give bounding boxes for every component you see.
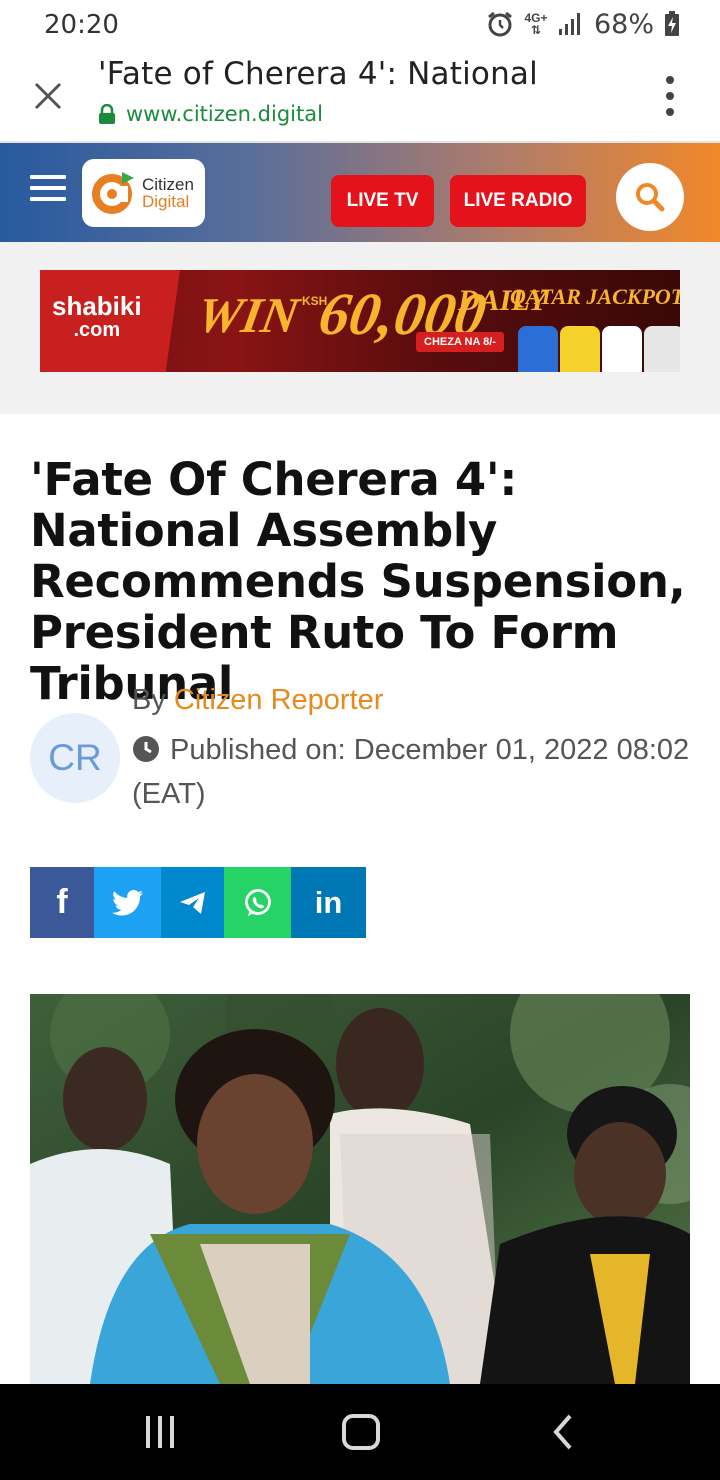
search-icon xyxy=(636,183,665,212)
share-twitter-button[interactable] xyxy=(94,867,161,938)
article-photo xyxy=(30,994,690,1384)
telegram-icon xyxy=(179,891,205,914)
share-whatsapp-button[interactable] xyxy=(224,867,291,938)
signal-icon xyxy=(558,13,580,35)
byline-prefix: By xyxy=(132,684,166,716)
alarm-icon xyxy=(488,11,512,37)
home-icon[interactable] xyxy=(342,1414,380,1450)
system-nav-bar xyxy=(0,1384,720,1480)
citizen-digital-logo[interactable]: Citizen Digital xyxy=(82,159,205,227)
menu-icon[interactable] xyxy=(30,175,66,201)
jersey-image xyxy=(560,326,600,372)
share-buttons: f in xyxy=(30,867,366,938)
logo-text: Citizen Digital xyxy=(142,175,194,211)
ad-cta: CHEZA NA 8/- xyxy=(416,332,504,352)
article-photo-illustration xyxy=(30,994,690,1384)
twitter-icon xyxy=(111,889,143,915)
status-time: 20:20 xyxy=(44,10,119,40)
whatsapp-icon xyxy=(244,888,271,916)
url-text: www.citizen.digital xyxy=(126,102,323,126)
search-button[interactable] xyxy=(616,163,684,231)
logo-mark-icon xyxy=(92,172,134,214)
author-avatar: CR xyxy=(30,713,120,803)
battery-percentage: 68% xyxy=(593,8,654,40)
article-headline: 'Fate Of Cherera 4': National Assembly R… xyxy=(30,453,686,710)
close-icon[interactable] xyxy=(30,78,66,114)
battery-charging-icon xyxy=(665,11,679,36)
live-radio-button[interactable]: LIVE RADIO xyxy=(450,175,586,227)
ad-container: shabiki .com WIN KSH 60,000 DAILY QATAR … xyxy=(0,242,720,414)
facebook-icon: f xyxy=(56,883,68,921)
share-facebook-button[interactable]: f xyxy=(30,867,94,938)
more-options-icon[interactable] xyxy=(660,76,680,116)
lock-icon xyxy=(99,104,115,124)
ad-brand: shabiki .com xyxy=(52,291,142,341)
share-linkedin-button[interactable]: in xyxy=(291,867,366,938)
clock-icon xyxy=(133,736,159,762)
jersey-image xyxy=(518,326,558,372)
browser-toolbar: 'Fate of Cherera 4': National www.citize… xyxy=(0,48,720,143)
recent-apps-icon[interactable] xyxy=(142,1414,178,1450)
network-type: 4G+ ⇅ xyxy=(524,11,548,37)
linkedin-icon: in xyxy=(314,884,343,920)
share-telegram-button[interactable] xyxy=(161,867,224,938)
status-icons: 4G+ ⇅ 68% xyxy=(486,8,680,40)
published-date: Published on: December 01, 2022 08:02 (E… xyxy=(132,734,690,810)
ad-win-text: WIN xyxy=(193,287,303,343)
jersey-image xyxy=(644,326,680,372)
byline: By Citizen Reporter xyxy=(132,684,383,717)
ad-jackpot: QATAR JACKPOT xyxy=(510,284,680,309)
author-link[interactable]: Citizen Reporter xyxy=(174,684,384,716)
status-bar: 20:20 4G+ ⇅ 68% xyxy=(0,0,720,48)
site-header: Citizen Digital LIVE TV LIVE RADIO xyxy=(0,143,720,242)
back-icon[interactable] xyxy=(548,1414,578,1450)
browser-page-title: 'Fate of Cherera 4': National xyxy=(98,56,538,92)
ad-banner[interactable]: shabiki .com WIN KSH 60,000 DAILY QATAR … xyxy=(40,270,680,372)
live-tv-button[interactable]: LIVE TV xyxy=(331,175,434,227)
jersey-image xyxy=(602,326,642,372)
url-bar[interactable]: www.citizen.digital xyxy=(98,102,323,126)
